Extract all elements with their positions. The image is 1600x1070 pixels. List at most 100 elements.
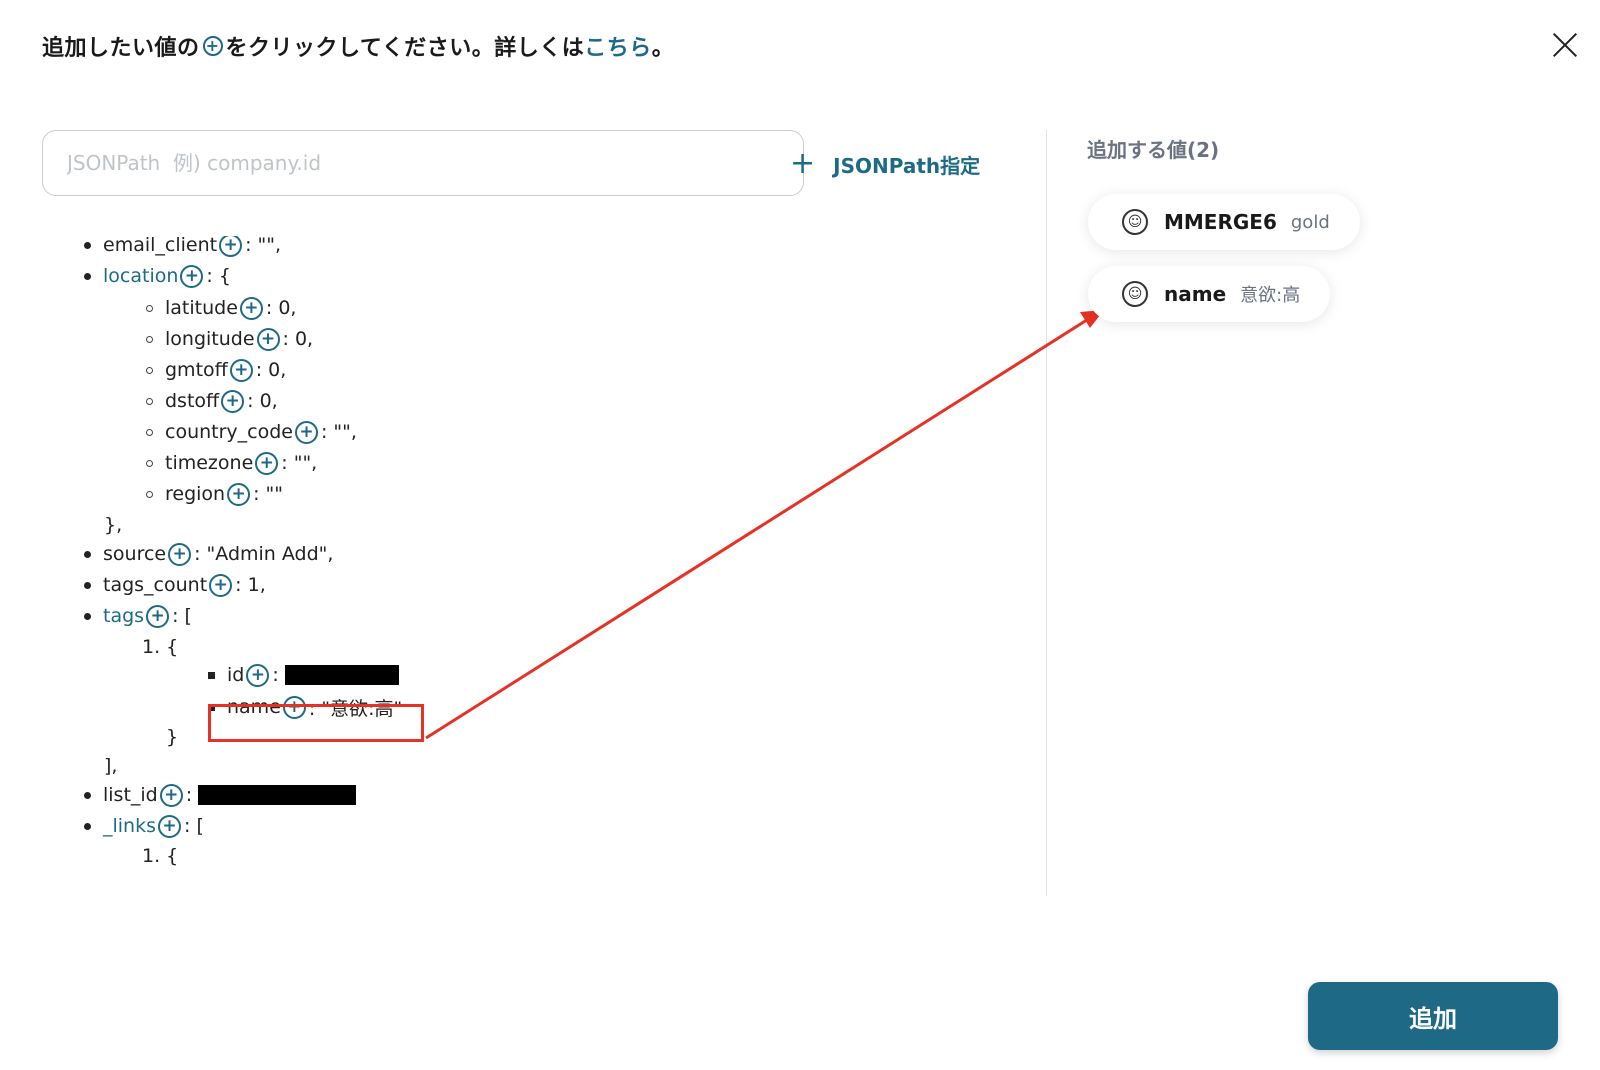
chip-value: gold	[1290, 211, 1330, 233]
add-value-icon[interactable]: +	[229, 358, 253, 382]
tree-row-email-client: email_client + : "",	[84, 236, 281, 259]
tree-key-expandable[interactable]: location	[103, 265, 178, 287]
add-value-icon[interactable]: +	[239, 296, 263, 320]
bullet	[84, 791, 91, 799]
add-value-icon[interactable]: +	[255, 451, 279, 475]
instruction-text: 追加したい値の + をクリックしてください。詳しくは こちら 。	[42, 30, 674, 62]
tree-row-timezone: timezone + : "",	[146, 449, 317, 477]
bullet	[146, 459, 153, 467]
tree-row-tags-close: ],	[104, 752, 117, 780]
tree-key-expandable[interactable]: _links	[103, 815, 156, 837]
mailchimp-icon: ☺	[1122, 281, 1148, 307]
tree-value: : 0,	[255, 359, 287, 381]
tree-value: : 0,	[265, 297, 297, 319]
plus-circle-icon: +	[202, 36, 223, 56]
tree-value: :	[272, 664, 279, 686]
tree-value: : 0,	[282, 328, 314, 350]
add-value-icon[interactable]: +	[256, 327, 280, 351]
tree-bracket: 1. {	[142, 845, 179, 867]
tree-row-tags: tags + : [	[84, 602, 192, 630]
tree-bracket: ],	[104, 755, 118, 777]
add-value-icon[interactable]: +	[294, 420, 318, 444]
add-value-icon[interactable]: +	[158, 814, 182, 838]
tree-row-country-code: country_code + : "",	[146, 418, 357, 446]
tree-row-tags-item-close: }	[166, 723, 178, 751]
tree-value: : "",	[245, 236, 282, 256]
help-link[interactable]: こちら	[584, 30, 652, 62]
tree-row-tags-count: tags_count + : 1,	[84, 571, 266, 599]
add-value-icon[interactable]: +	[219, 236, 243, 257]
bullet	[208, 671, 215, 679]
instruction-middle: をクリックしてください。詳しくは	[225, 36, 585, 61]
add-value-icon[interactable]: +	[221, 389, 245, 413]
tree-value: : 0,	[247, 390, 278, 412]
tree-row-latitude: latitude + : 0,	[146, 294, 296, 322]
tree-key: longitude	[165, 328, 255, 350]
bullet	[84, 612, 91, 620]
tree-row-longitude: longitude + : 0,	[146, 325, 313, 353]
tree-value: : "",	[320, 421, 357, 443]
tree-key: source	[103, 543, 167, 565]
jsonpath-button-label: JSONPath指定	[833, 153, 981, 178]
add-value-icon[interactable]: +	[227, 482, 251, 506]
bullet	[146, 490, 153, 498]
tree-value: :	[185, 784, 193, 806]
tree-key: id	[227, 664, 245, 686]
tree-key: timezone	[165, 452, 254, 474]
bullet	[84, 272, 91, 280]
bullet	[146, 304, 153, 312]
tree-key: gmtoff	[165, 359, 228, 381]
instruction-prefix: 追加したい値の	[42, 36, 200, 61]
add-value-icon[interactable]: +	[246, 663, 270, 687]
add-value-icon[interactable]: +	[209, 573, 233, 597]
tree-key-expandable[interactable]: tags	[103, 605, 144, 627]
mailchimp-icon: ☺	[1122, 209, 1148, 235]
bullet	[146, 397, 153, 405]
tree-key: region	[165, 483, 226, 505]
add-value-icon[interactable]: +	[168, 542, 192, 566]
tree-key: email_client	[103, 236, 218, 256]
tree-bracket: 1. {	[142, 636, 179, 658]
tree-value: : {	[206, 265, 231, 287]
tree-row-source: source + : "Admin Add",	[84, 540, 333, 568]
redacted-block	[284, 665, 399, 685]
added-values-label: 追加する値(2)	[1087, 138, 1220, 162]
jsonpath-add-button[interactable]: + JSONPath指定	[790, 146, 980, 182]
redacted-block	[198, 785, 357, 805]
tree-bracket: },	[104, 514, 123, 536]
add-value-icon[interactable]: +	[146, 604, 170, 628]
bullet	[84, 241, 91, 249]
tree-key: country_code	[165, 421, 293, 443]
tree-key: latitude	[165, 297, 238, 319]
bullet	[84, 581, 91, 589]
close-icon[interactable]	[1548, 28, 1582, 62]
add-value-icon[interactable]: +	[159, 783, 183, 807]
tree-value: : "",	[281, 452, 318, 474]
tree-row-tag-id: id + :	[208, 661, 399, 689]
chip-key: name	[1164, 282, 1227, 306]
tree-bracket: }	[166, 726, 179, 748]
bullet	[146, 366, 153, 374]
tree-row-links-item: 1. {	[142, 842, 178, 870]
jsonpath-input[interactable]	[42, 130, 804, 196]
tree-row-links: _links + : [	[84, 812, 204, 840]
tree-row-list-id: list_id + :	[84, 781, 357, 809]
tree-key: list_id	[103, 784, 158, 806]
added-value-chip[interactable]: ☺ MMERGE6 gold	[1088, 194, 1360, 250]
added-value-chip[interactable]: ☺ name 意欲:高	[1088, 266, 1331, 322]
tree-row-location: location + : {	[84, 262, 231, 290]
add-button[interactable]: 追加	[1308, 982, 1558, 1050]
bullet	[84, 822, 91, 830]
plus-icon: +	[790, 146, 816, 181]
tree-key: dstoff	[165, 390, 220, 412]
tree-value: : "Admin Add",	[194, 543, 334, 565]
tree-value: : [	[184, 815, 204, 837]
chip-key: MMERGE6	[1164, 210, 1277, 234]
bullet	[84, 550, 91, 558]
tree-row-tags-item: 1. {	[142, 633, 178, 661]
tree-row-location-close: },	[104, 511, 122, 539]
tree-row-region: region + : ""	[146, 480, 283, 508]
bullet	[146, 428, 153, 436]
add-value-icon[interactable]: +	[180, 264, 204, 288]
highlight-box	[208, 704, 424, 742]
